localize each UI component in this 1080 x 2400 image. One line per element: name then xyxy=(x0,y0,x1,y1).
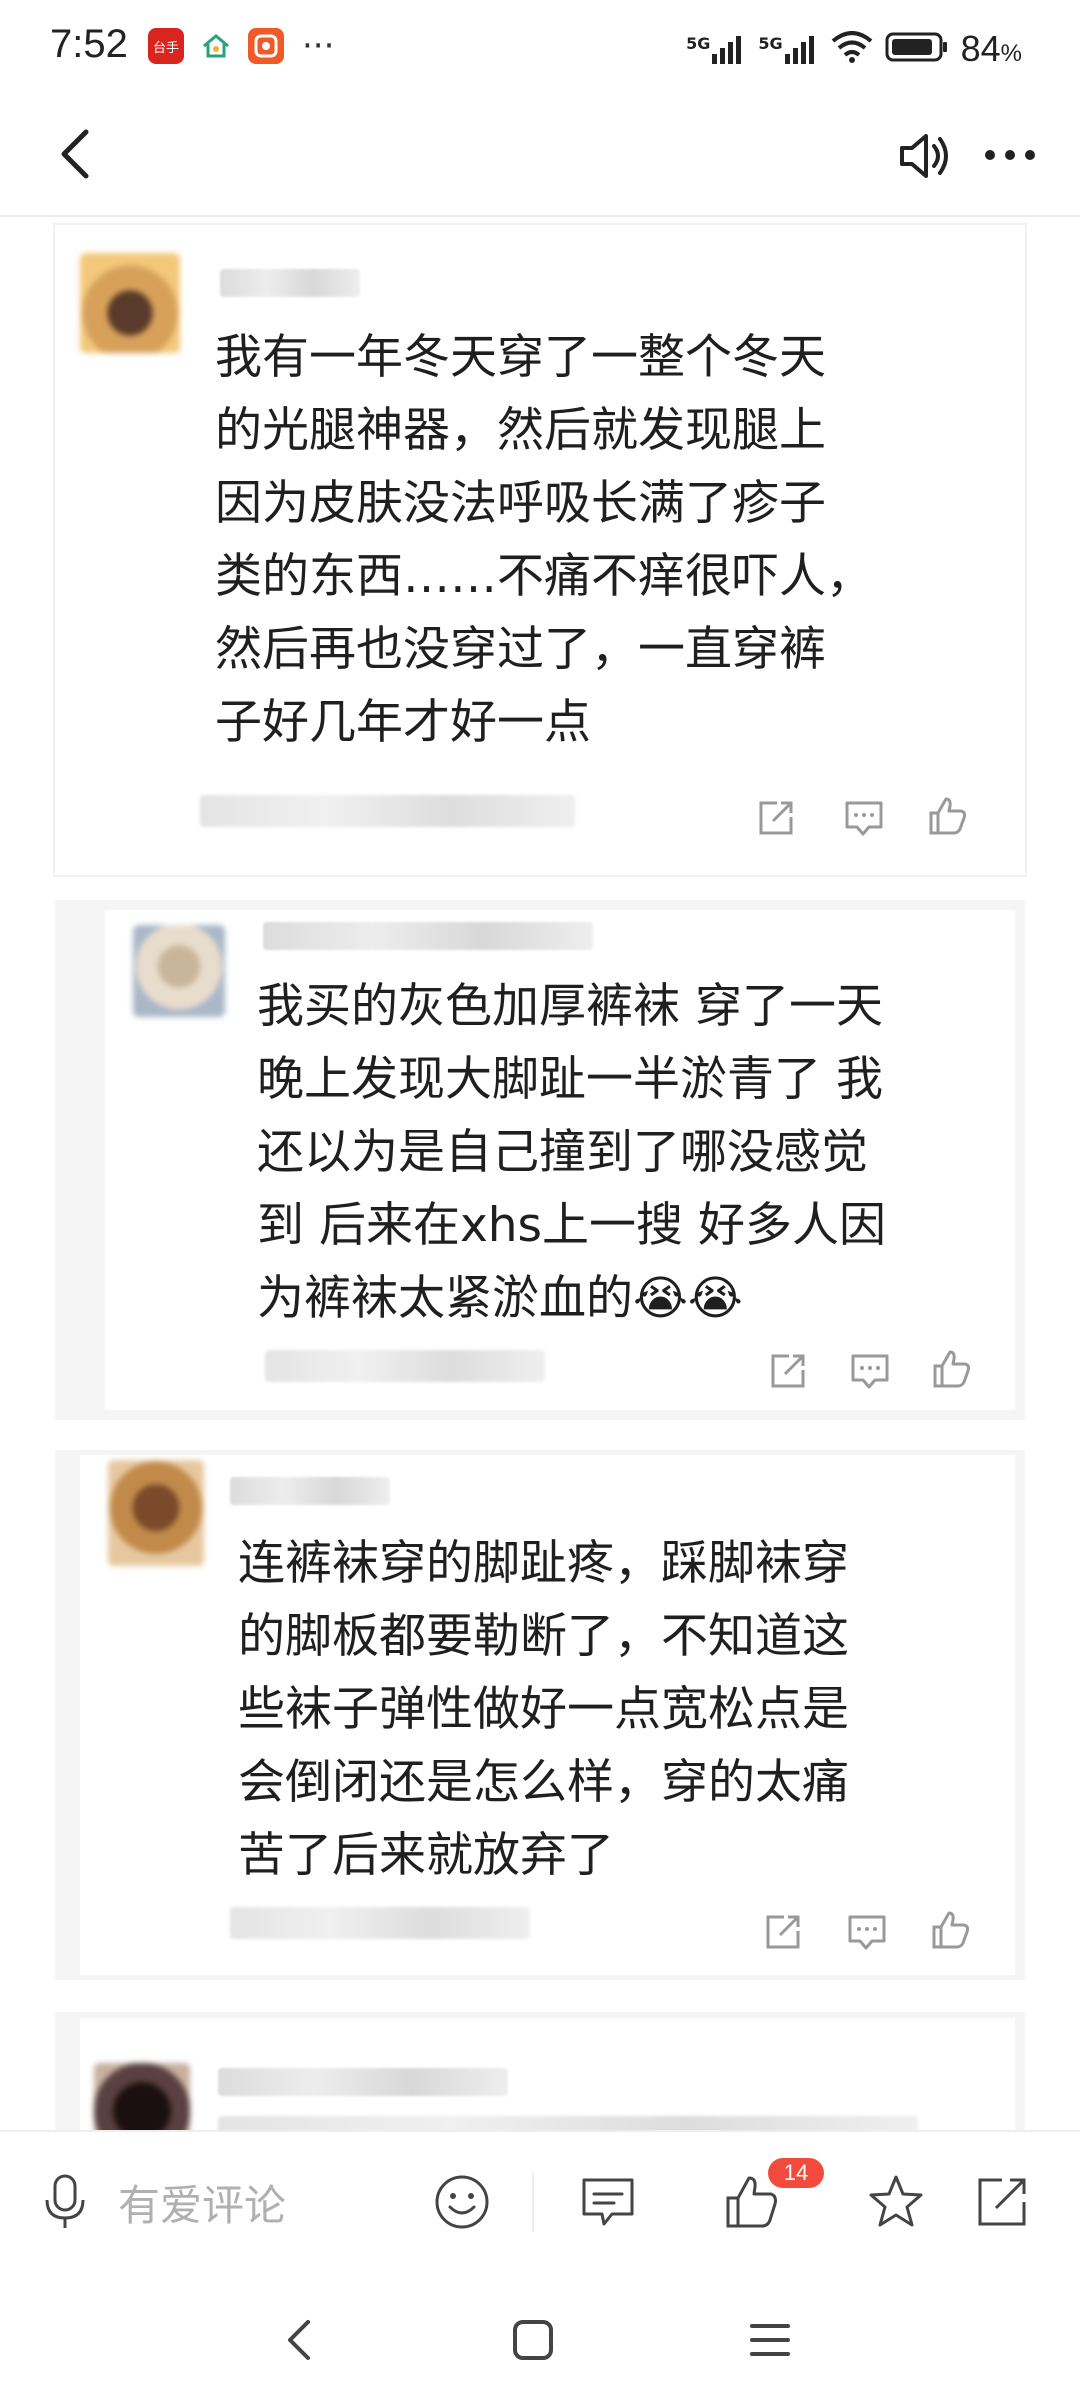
status-right: 5G 5G 84% xyxy=(686,28,1022,70)
thumbs-up-icon[interactable] xyxy=(927,795,969,837)
comment-text: 我有一年冬天穿了一整个冬天 的光腿神器，然后就发现腿上 因为皮肤没法呼吸长满了疹… xyxy=(215,330,873,750)
avatar[interactable] xyxy=(108,1460,204,1566)
comment-icon[interactable] xyxy=(843,797,885,839)
status-bar: 7:52 台手 ··· 5G 5G 84% xyxy=(0,0,1080,100)
avatar[interactable] xyxy=(133,925,225,1017)
comment-card-4 xyxy=(80,2018,1015,2130)
username-blurred[interactable] xyxy=(263,922,593,950)
comment-text: 连裤袜穿的脚趾疼，踩脚袜穿 的脚板都要勒断了，不知道这 些袜子弹性做好一点宽松点… xyxy=(238,1536,849,1883)
comment-icon[interactable] xyxy=(849,1350,891,1392)
status-app-icons: 台手 ··· xyxy=(148,28,334,64)
comment-meta-blurred xyxy=(230,1907,530,1939)
home-app-icon xyxy=(198,28,234,64)
username-blurred[interactable] xyxy=(230,1477,390,1505)
speaker-icon[interactable] xyxy=(896,126,956,186)
news-app-icon: 台手 xyxy=(148,28,184,64)
system-navigation-bar xyxy=(0,2270,1080,2400)
comment-text: 我买的灰色加厚裤袜 穿了一天 晚上发现大脚趾一半淤青了 我 还以为是自己撞到了哪… xyxy=(257,979,886,1326)
system-menu-icon[interactable] xyxy=(740,2310,800,2370)
microphone-icon[interactable] xyxy=(40,2172,90,2232)
system-home-icon[interactable] xyxy=(503,2310,563,2370)
battery-icon xyxy=(885,31,949,67)
thumbs-up-icon[interactable] xyxy=(931,1348,973,1390)
back-arrow-icon[interactable] xyxy=(48,124,108,184)
comment-card-3: 连裤袜穿的脚趾疼，踩脚袜穿 的脚板都要勒断了，不知道这 些袜子弹性做好一点宽松点… xyxy=(80,1455,1015,1975)
battery-percent: 84% xyxy=(960,28,1022,69)
more-notifications: ··· xyxy=(302,26,335,66)
wifi-icon xyxy=(831,31,873,67)
signal-icon-2: 5G xyxy=(758,34,818,64)
emoji-icon[interactable] xyxy=(432,2172,492,2232)
signal-icon-1: 5G xyxy=(686,34,746,64)
comment-text-cut-off xyxy=(218,2116,918,2130)
comments-icon[interactable] xyxy=(578,2172,638,2232)
star-icon[interactable] xyxy=(866,2172,926,2232)
share-icon[interactable] xyxy=(972,2172,1032,2232)
share-icon[interactable] xyxy=(755,797,797,839)
video-app-icon xyxy=(248,28,284,64)
avatar[interactable] xyxy=(80,253,180,353)
username-blurred[interactable] xyxy=(218,2068,508,2096)
comment-icon[interactable] xyxy=(846,1911,888,1953)
comment-card-1: 我有一年冬天穿了一整个冬天 的光腿神器，然后就发现腿上 因为皮肤没法呼吸长满了疹… xyxy=(55,225,1025,875)
share-icon[interactable] xyxy=(767,1350,809,1392)
comment-meta-blurred xyxy=(265,1350,545,1382)
top-nav xyxy=(0,100,1080,217)
more-dots-icon[interactable] xyxy=(980,130,1040,180)
like-count-badge: 14 xyxy=(768,2158,824,2188)
bottom-action-bar: 有爱评论 14 xyxy=(0,2130,1080,2272)
comment-card-2: 我买的灰色加厚裤袜 穿了一天 晚上发现大脚趾一半淤青了 我 还以为是自己撞到了哪… xyxy=(105,910,1015,1410)
share-icon[interactable] xyxy=(762,1911,804,1953)
divider xyxy=(532,2172,534,2232)
username-blurred[interactable] xyxy=(220,269,360,297)
status-time: 7:52 xyxy=(50,22,128,66)
comment-input[interactable]: 有爱评论 xyxy=(40,2172,420,2232)
thumbs-up-icon[interactable] xyxy=(930,1909,972,1951)
comment-meta-blurred xyxy=(200,795,575,827)
system-back-icon[interactable] xyxy=(270,2310,330,2370)
avatar[interactable] xyxy=(94,2063,190,2130)
comment-input-placeholder: 有爱评论 xyxy=(118,2180,287,2230)
